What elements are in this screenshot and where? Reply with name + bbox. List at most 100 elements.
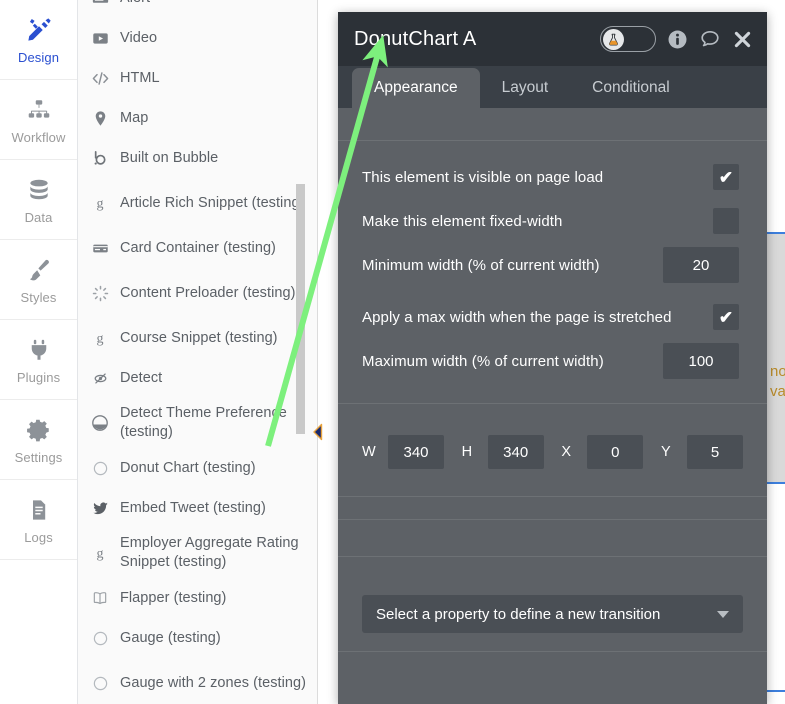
canvas-element[interactable]: no vai: [766, 232, 785, 484]
list-item[interactable]: HTML: [78, 58, 317, 98]
list-item-label: Video: [120, 29, 158, 46]
field-label: Make this element fixed-width: [362, 212, 563, 230]
rail-item-plugins[interactable]: Plugins: [0, 320, 77, 400]
list-item-label: HTML: [120, 69, 160, 86]
gear-icon: [24, 415, 54, 445]
list-item[interactable]: Content Preloader (testing): [78, 268, 317, 318]
field-label: Apply a max width when the page is stret…: [362, 308, 672, 326]
checkbox-apply-max-width[interactable]: ✔: [713, 304, 739, 330]
element-palette-list: Alert Video HTML: [78, 0, 317, 704]
checkbox-visible-on-page-load[interactable]: ✔: [713, 164, 739, 190]
list-item[interactable]: Card Container (testing): [78, 228, 317, 268]
list-item-label: Detect: [120, 369, 163, 386]
property-editor-panel[interactable]: DonutChart A Appearance Layout Condition…: [338, 12, 767, 704]
tab-label: Conditional: [592, 79, 670, 96]
list-item-label: Map: [120, 109, 149, 126]
list-item[interactable]: Flapper (testing): [78, 578, 317, 618]
field-maximum-width: Maximum width (% of current width) 100: [338, 339, 767, 383]
list-item[interactable]: g Employer Aggregate Rating Snippet (tes…: [78, 528, 317, 578]
plug-icon: [24, 335, 54, 365]
list-item[interactable]: Map: [78, 98, 317, 138]
rail-item-data[interactable]: Data: [0, 160, 77, 240]
list-item[interactable]: Video: [78, 18, 317, 58]
rail-label: Styles: [20, 290, 57, 305]
maximum-width-input[interactable]: 100: [663, 343, 739, 379]
tab-conditional[interactable]: Conditional: [570, 68, 692, 108]
list-item-label: Donut Chart (testing): [120, 459, 256, 476]
checkbox-fixed-width[interactable]: [713, 208, 739, 234]
list-item-label: Content Preloader (testing): [120, 284, 296, 301]
video-play-icon: [90, 28, 110, 48]
flask-toggle[interactable]: [600, 26, 656, 52]
height-input[interactable]: 340: [487, 435, 544, 469]
list-item[interactable]: Detect: [78, 358, 317, 398]
transition-select-row: Select a property to define a new transi…: [338, 595, 767, 633]
field-apply-max-width: Apply a max width when the page is stret…: [338, 295, 767, 339]
list-item[interactable]: Detect Theme Preference (testing): [78, 398, 317, 448]
palette-scrollbar-track[interactable]: [296, 0, 311, 704]
rail-label: Data: [24, 210, 53, 225]
list-item-donut-chart[interactable]: Donut Chart (testing): [78, 448, 317, 488]
transition-select[interactable]: Select a property to define a new transi…: [362, 595, 743, 633]
divider: [338, 651, 767, 652]
database-icon: [24, 175, 54, 205]
circle-outline-icon: [90, 628, 110, 648]
header-actions: [600, 26, 753, 52]
info-icon[interactable]: [667, 29, 688, 50]
rail-label: Workflow: [11, 130, 66, 145]
tab-layout[interactable]: Layout: [480, 68, 571, 108]
workflow-tree-icon: [24, 95, 54, 125]
comment-icon[interactable]: [699, 28, 721, 50]
rail-label: Design: [17, 50, 60, 65]
canvas-guide-line: [766, 690, 785, 692]
tab-appearance[interactable]: Appearance: [352, 68, 480, 108]
geometry-y: Y 5: [661, 435, 744, 469]
list-item-label: Course Snippet (testing): [120, 329, 278, 346]
list-item[interactable]: Gauge with 2 zones (testing): [78, 658, 317, 704]
rail-item-workflow[interactable]: Workflow: [0, 80, 77, 160]
list-item[interactable]: Embed Tweet (testing): [78, 488, 317, 528]
close-icon[interactable]: [732, 29, 753, 50]
list-item-label: Alert: [120, 0, 150, 8]
y-input[interactable]: 5: [687, 435, 744, 469]
rail-item-design[interactable]: Design: [0, 0, 77, 80]
list-item[interactable]: Built on Bubble: [78, 138, 317, 178]
rail-label: Settings: [14, 450, 63, 465]
design-tools-icon: [24, 15, 54, 45]
list-item-label: Detect Theme Preference (testing): [120, 405, 287, 440]
rail-item-styles[interactable]: Styles: [0, 240, 77, 320]
geometry-x: X 0: [561, 435, 644, 469]
width-input[interactable]: 340: [388, 435, 444, 469]
list-item-label: Article Rich Snippet (testing): [120, 194, 305, 211]
geometry-key: H: [461, 444, 473, 460]
map-pin-icon: [90, 108, 110, 128]
alert-icon: [90, 0, 110, 8]
minimum-width-input[interactable]: 20: [663, 247, 739, 283]
list-item[interactable]: Alert: [78, 0, 317, 18]
rail-item-settings[interactable]: Settings: [0, 400, 77, 480]
screen: Design Workflow Data Styles Plugins Sett…: [0, 0, 785, 704]
spinner-icon: [90, 283, 110, 303]
bubble-logo-icon: [90, 148, 110, 168]
page-title: DonutChart A: [354, 27, 477, 50]
field-label: This element is visible on page load: [362, 168, 604, 186]
x-input[interactable]: 0: [587, 435, 644, 469]
field-visible-on-page-load: This element is visible on page load ✔: [338, 155, 767, 199]
palette-scrollbar-thumb[interactable]: [296, 184, 305, 434]
rail-item-logs[interactable]: Logs: [0, 480, 77, 560]
list-item[interactable]: g Course Snippet (testing): [78, 318, 317, 358]
transition-select-value: Select a property to define a new transi…: [376, 605, 661, 623]
list-item[interactable]: Gauge (testing): [78, 618, 317, 658]
list-item-label: Card Container (testing): [120, 239, 276, 256]
svg-text:g: g: [97, 547, 104, 562]
document-icon: [24, 495, 54, 525]
list-item[interactable]: g Article Rich Snippet (testing): [78, 178, 317, 228]
panel-collapse-handle[interactable]: [310, 418, 326, 446]
book-open-icon: [90, 588, 110, 608]
flask-icon: [603, 28, 624, 50]
geometry-row: W 340 H 340 X 0 Y 5: [338, 424, 767, 480]
element-palette-panel[interactable]: Alert Video HTML: [78, 0, 318, 704]
google-g-icon: g: [90, 328, 110, 348]
list-item-label: Embed Tweet (testing): [120, 499, 266, 516]
rail-label: Plugins: [16, 370, 61, 385]
